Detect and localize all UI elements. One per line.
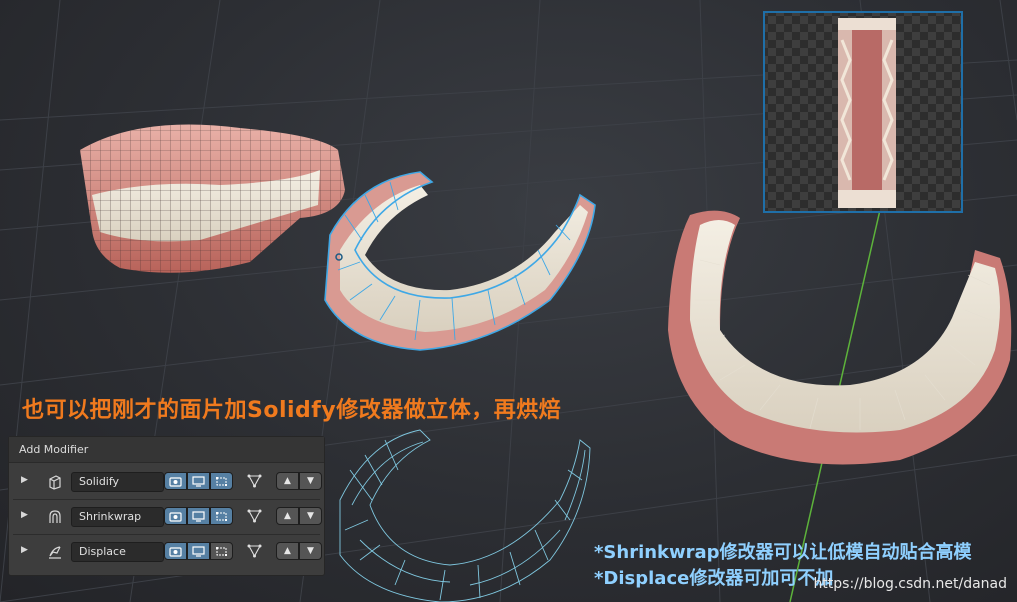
move-up-button[interactable]: ▲ [276, 472, 299, 490]
viewport-toggle-button[interactable] [187, 507, 210, 525]
editmode-toggle-button[interactable] [210, 507, 233, 525]
render-toggle-button[interactable] [164, 507, 187, 525]
vertex-triangle-icon [247, 474, 262, 488]
render-toggle-button[interactable] [164, 472, 187, 490]
shrinkwrap-icon [49, 510, 61, 523]
divider [13, 534, 320, 535]
cage-toggle-button[interactable] [243, 472, 266, 490]
camera-icon [169, 476, 182, 487]
arrow-down-icon: ▼ [307, 546, 314, 556]
editmode-toggle-button[interactable] [210, 542, 233, 560]
modifier-name-field[interactable]: Solidify [71, 472, 164, 492]
edit-mode-icon [216, 511, 227, 521]
divider [13, 499, 320, 500]
arrow-up-icon: ▲ [284, 511, 291, 521]
tutorial-title: 也可以把刚才的面片加Solidfy修改器做立体，再烘焙 [22, 398, 562, 423]
cage-toggle-button[interactable] [243, 542, 266, 560]
arrow-down-icon: ▼ [307, 511, 314, 521]
viewport-toggle-button[interactable] [187, 542, 210, 560]
solidify-icon [49, 475, 61, 490]
modifier-name-field[interactable]: Displace [71, 542, 164, 562]
vertex-triangle-icon [247, 509, 262, 523]
monitor-icon [192, 510, 205, 522]
highpoly-teeth-model [80, 124, 345, 273]
modifier-row-shrinkwrap: ▶ Shrinkwrap ▲ ▼ [9, 503, 324, 535]
displace-icon [49, 546, 61, 559]
camera-icon [169, 511, 182, 522]
edit-mode-icon [216, 476, 227, 486]
editmode-toggle-button[interactable] [210, 472, 233, 490]
watermark: https://blog.csdn.net/danad [813, 576, 1007, 592]
move-down-button[interactable]: ▼ [299, 542, 322, 560]
move-down-button[interactable]: ▼ [299, 507, 322, 525]
arrow-down-icon: ▼ [307, 476, 314, 486]
modifier-row-solidify: ▶ Solidify ▲ ▼ [9, 468, 324, 500]
cage-toggle-button[interactable] [243, 507, 266, 525]
expand-arrow-icon[interactable]: ▶ [21, 475, 28, 485]
texture-preview [763, 11, 963, 213]
expand-arrow-icon[interactable]: ▶ [21, 545, 28, 555]
modifier-row-displace: ▶ Displace ▲ ▼ [9, 538, 324, 566]
monitor-icon [192, 475, 205, 487]
arrow-up-icon: ▲ [284, 476, 291, 486]
render-toggle-button[interactable] [164, 542, 187, 560]
arrow-up-icon: ▲ [284, 546, 291, 556]
move-up-button[interactable]: ▲ [276, 507, 299, 525]
expand-arrow-icon[interactable]: ▶ [21, 510, 28, 520]
wireframe-arch [339, 429, 591, 602]
move-up-button[interactable]: ▲ [276, 542, 299, 560]
camera-icon [169, 546, 182, 557]
lowpoly-arch-selected [324, 171, 596, 351]
modifier-name-field[interactable]: Shrinkwrap [71, 507, 164, 527]
add-modifier-dropdown[interactable]: Add Modifier [9, 437, 324, 463]
monitor-icon [192, 545, 205, 557]
textured-arch-model [668, 210, 1012, 465]
move-down-button[interactable]: ▼ [299, 472, 322, 490]
viewport-toggle-button[interactable] [187, 472, 210, 490]
modifier-panel: Add Modifier ▶ Solidify ▲ ▼ ▶ Shrinkwrap [8, 436, 325, 576]
vertex-triangle-icon [247, 544, 262, 558]
add-modifier-label: Add Modifier [19, 443, 89, 456]
edit-mode-icon [216, 546, 227, 556]
note-line-shrinkwrap: *Shrinkwrap修改器可以让低模自动贴合高模 [594, 542, 972, 563]
